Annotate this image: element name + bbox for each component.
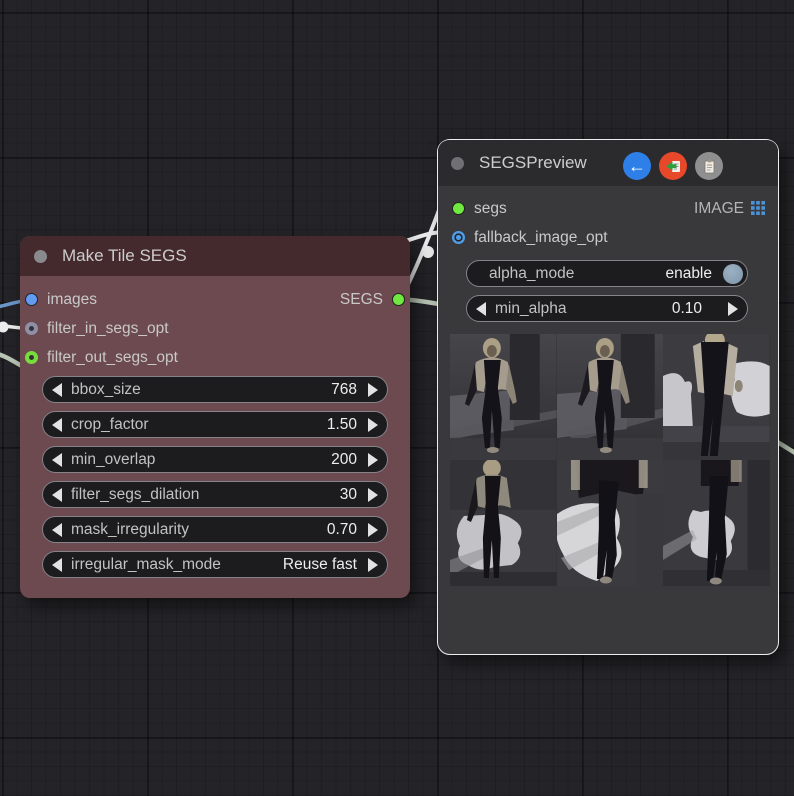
input-slot-fallback-image-opt[interactable] [452,231,465,244]
node-segs-preview[interactable]: SEGSPreview ← [437,139,779,655]
input-label: segs [474,200,507,218]
widget-crop-factor[interactable]: crop_factor 1.50 [42,411,388,438]
decrement-arrow-icon[interactable] [52,453,62,467]
preview-image-6 [663,460,770,586]
decrement-arrow-icon[interactable] [52,558,62,572]
input-label: images [47,291,97,309]
manager-badge[interactable] [659,152,687,180]
widget-min-alpha[interactable]: min_alpha 0.10 [466,295,748,322]
widget-value[interactable]: 30 [340,486,357,504]
increment-arrow-icon[interactable] [368,418,378,432]
node-graph-canvas[interactable]: Make Tile SEGS images SEGS filter_in_seg… [0,0,794,796]
widget-label: filter_segs_dilation [71,486,199,504]
widget-value[interactable]: 0.10 [672,300,702,318]
decrement-arrow-icon[interactable] [476,302,486,316]
widget-label: irregular_mask_mode [71,556,221,574]
collapse-dot-icon[interactable] [451,157,464,170]
input-slot-images[interactable] [25,293,38,306]
widget-value: enable [665,265,712,283]
widget-label: bbox_size [71,381,141,399]
widget-mask-irregularity[interactable]: mask_irregularity 0.70 [42,516,388,543]
increment-arrow-icon[interactable] [728,302,738,316]
link-dot[interactable] [0,322,9,333]
output-slot-segs[interactable] [392,293,405,306]
grid-icon[interactable] [751,201,766,216]
widget-irregular-mask-mode[interactable]: irregular_mask_mode Reuse fast [42,551,388,578]
back-arrow-icon: ← [628,156,646,177]
widget-label: alpha_mode [489,265,574,283]
preview-image-1 [450,334,557,460]
output-label: SEGS [340,291,383,309]
decrement-arrow-icon[interactable] [52,383,62,397]
decrement-arrow-icon[interactable] [52,523,62,537]
widget-label: min_overlap [71,451,155,469]
decrement-arrow-icon[interactable] [52,488,62,502]
widget-bbox-size[interactable]: bbox_size 768 [42,376,388,403]
increment-arrow-icon[interactable] [368,488,378,502]
node-make-tile-segs[interactable]: Make Tile SEGS images SEGS filter_in_seg… [20,236,410,598]
input-label: filter_in_segs_opt [47,320,169,338]
input-slot-filter-out-segs-opt[interactable] [25,351,38,364]
widget-alpha-mode[interactable]: alpha_mode enable [466,260,748,287]
widget-value[interactable]: 768 [331,381,357,399]
output-label: IMAGE [694,200,744,218]
toggle-knob[interactable] [723,264,743,284]
widget-label: mask_irregularity [71,521,189,539]
link-dot[interactable] [422,246,434,258]
widget-value[interactable]: 200 [331,451,357,469]
node-title-bar[interactable]: Make Tile SEGS [20,236,410,276]
widget-value[interactable]: 0.70 [327,521,357,539]
widget-value[interactable]: Reuse fast [283,556,357,574]
widget-filter-segs-dilation[interactable]: filter_segs_dilation 30 [42,481,388,508]
preview-image-3 [663,334,770,460]
preview-image-5 [557,460,664,586]
back-arrow-badge[interactable]: ← [623,152,651,180]
increment-arrow-icon[interactable] [368,523,378,537]
widget-label: crop_factor [71,416,149,434]
manager-icon [665,158,682,175]
widget-min-overlap[interactable]: min_overlap 200 [42,446,388,473]
widget-label: min_alpha [495,300,567,318]
collapse-dot-icon[interactable] [34,250,47,263]
node-title-bar[interactable]: SEGSPreview ← [438,140,778,186]
widget-value[interactable]: 1.50 [327,416,357,434]
input-label: fallback_image_opt [474,229,608,247]
node-title: Make Tile SEGS [62,246,187,266]
preview-image-grid[interactable] [450,334,770,586]
node-title: SEGSPreview [479,153,587,173]
input-label: filter_out_segs_opt [47,349,178,367]
preview-image-4 [450,460,557,586]
decrement-arrow-icon[interactable] [52,418,62,432]
preview-image-2 [557,334,664,460]
increment-arrow-icon[interactable] [368,383,378,397]
input-slot-filter-in-segs-opt[interactable] [25,322,38,335]
increment-arrow-icon[interactable] [368,453,378,467]
increment-arrow-icon[interactable] [368,558,378,572]
input-slot-segs[interactable] [452,202,465,215]
clipboard-icon [701,158,718,175]
clipboard-badge[interactable] [695,152,723,180]
